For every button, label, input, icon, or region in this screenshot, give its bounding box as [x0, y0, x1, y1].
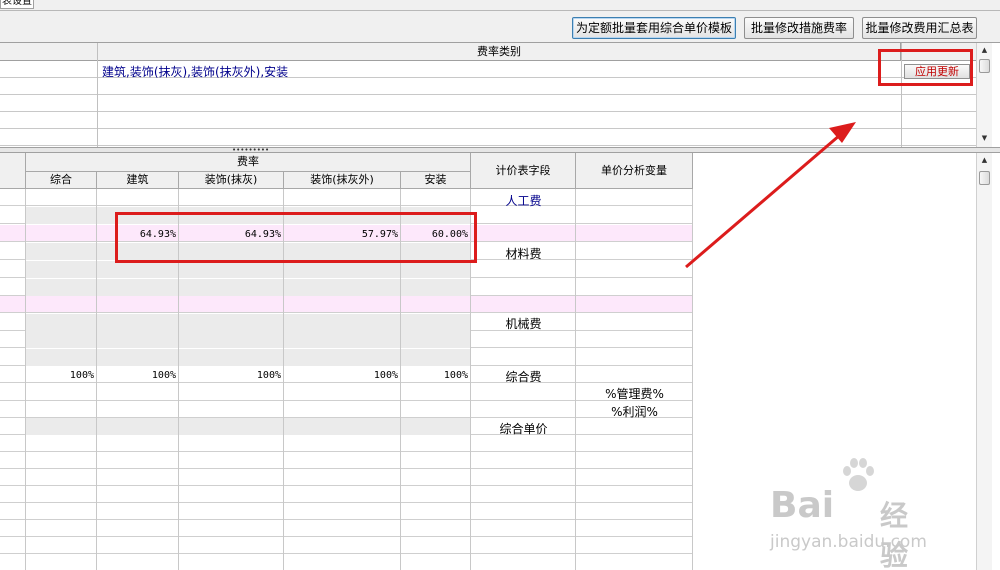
- watermark-url: jingyan.baidu.com: [770, 532, 927, 552]
- watermark-brand: Bai: [770, 485, 835, 526]
- paw-logo-icon: [843, 458, 874, 491]
